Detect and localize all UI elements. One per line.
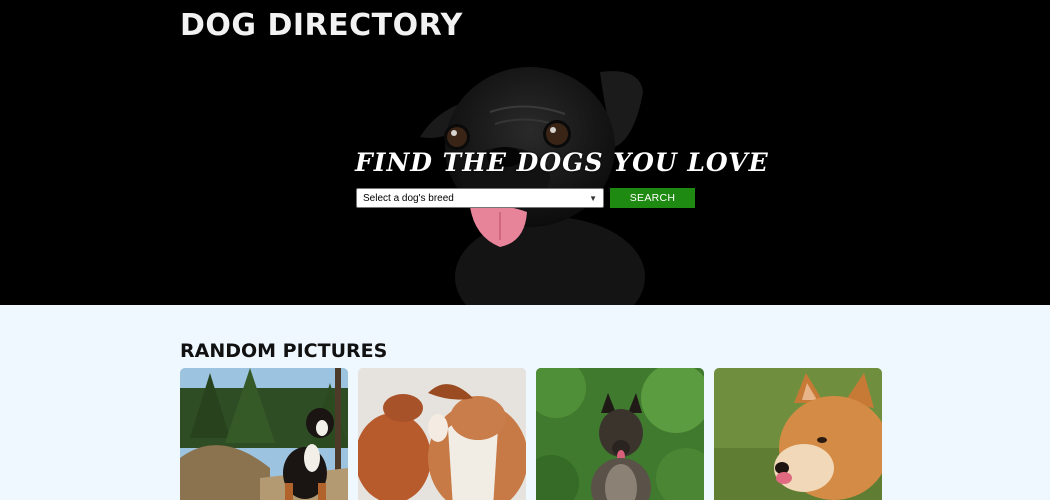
random-picture-4[interactable] xyxy=(714,368,882,500)
breed-select[interactable]: Select a dog's breed ▼ xyxy=(356,188,604,208)
random-picture-3[interactable] xyxy=(536,368,704,500)
random-picture-1[interactable] xyxy=(180,368,348,500)
site-title[interactable]: DOG DIRECTORY xyxy=(180,8,463,43)
hound-puppies-photo-icon xyxy=(358,368,526,500)
breed-select-value: Select a dog's breed xyxy=(363,192,454,204)
chevron-down-icon: ▼ xyxy=(589,193,597,203)
pug-hero-image xyxy=(420,67,645,305)
hero-banner: DOG DIRECTORY FIND THE DOGS YOU LOVE Sel… xyxy=(0,0,1050,305)
search-button[interactable]: SEARCH xyxy=(610,188,695,208)
random-picture-2[interactable] xyxy=(358,368,526,500)
random-pictures-title: RANDOM PICTURES xyxy=(180,340,388,362)
bernese-mountain-dog-photo-icon xyxy=(180,368,348,500)
shiba-inu-photo-icon xyxy=(714,368,882,500)
random-pictures-gallery xyxy=(180,368,882,500)
belgian-shepherd-photo-icon xyxy=(536,368,704,500)
hero-tagline: FIND THE DOGS YOU LOVE xyxy=(355,148,769,177)
